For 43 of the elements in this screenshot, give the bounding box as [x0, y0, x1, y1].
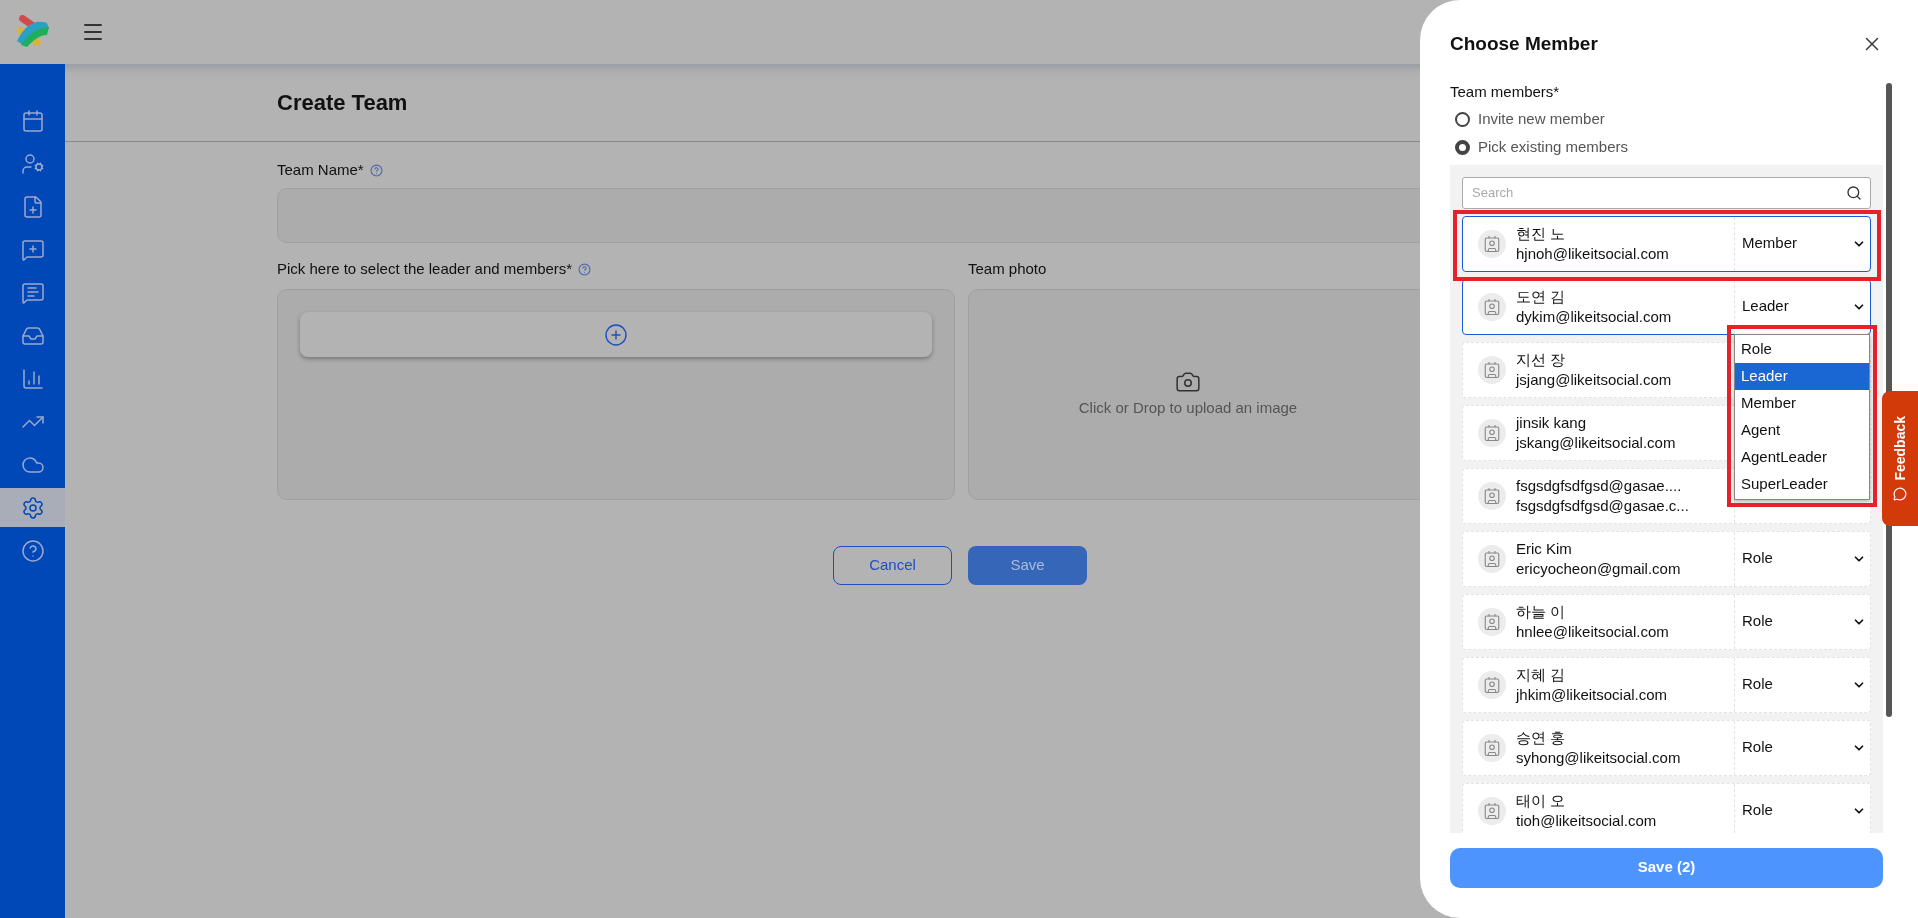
field-label: Pick here to select the leader and members* — [277, 258, 573, 279]
field-label: Team members* — [1450, 82, 1561, 102]
member-name: 현진 노 — [1516, 223, 1567, 244]
member-row[interactable]: 도연 김 dykim@likeitsocial.com Leader — [1462, 278, 1871, 335]
dropdown-option[interactable]: SuperLeader — [1735, 470, 1869, 498]
member-email: jhkim@likeitsocial.com — [1516, 684, 1668, 705]
member-email: hnlee@likeitsocial.com — [1516, 621, 1669, 642]
member-email: tioh@likeitsocial.com — [1516, 810, 1657, 831]
dropdown-option[interactable]: Leader — [1735, 362, 1869, 390]
field-label: Team photo — [968, 258, 1047, 279]
radio-option[interactable]: Pick existing members — [1455, 135, 1883, 160]
member-row[interactable]: 현진 노 hjnoh@likeitsocial.com Member — [1462, 215, 1871, 272]
member-email: ericyocheon@gmail.com — [1516, 558, 1681, 579]
search-field[interactable]: Search — [1462, 176, 1871, 209]
member-name: 지혜 김 — [1516, 664, 1567, 685]
cancel-button[interactable]: Cancel — [833, 546, 952, 585]
role-select[interactable]: Role — [1734, 783, 1870, 833]
role-select[interactable]: Member — [1734, 216, 1870, 271]
role-select[interactable]: Leader — [1734, 279, 1870, 334]
member-row[interactable]: 하늘 이 hnlee@likeitsocial.com Role — [1462, 593, 1871, 650]
page-title: Create Team — [277, 89, 408, 117]
member-row[interactable]: 태이 오 tioh@likeitsocial.com Role — [1462, 782, 1871, 833]
dropdown-option[interactable]: Agent — [1735, 416, 1869, 444]
feedback-tab[interactable]: Feedback — [1882, 391, 1918, 526]
member-row[interactable]: 승연 홍 syhong@likeitsocial.com Role — [1462, 719, 1871, 776]
member-name: 도연 김 — [1516, 286, 1567, 307]
member-email: syhong@likeitsocial.com — [1516, 747, 1681, 768]
role-select[interactable]: Role — [1734, 594, 1870, 649]
member-name: 지선 장 — [1516, 349, 1567, 370]
role-select[interactable]: Role — [1734, 531, 1870, 586]
radio-option[interactable]: Invite new member — [1455, 107, 1883, 132]
member-row[interactable]: 지혜 김 jhkim@likeitsocial.com Role — [1462, 656, 1871, 713]
drawer-title: Choose Member — [1450, 31, 1598, 56]
member-name: 태이 오 — [1516, 790, 1567, 811]
member-email: hjnoh@likeitsocial.com — [1516, 243, 1669, 264]
member-row[interactable]: Eric Kim ericyocheon@gmail.com Role — [1462, 530, 1871, 587]
member-name: Eric Kim — [1516, 538, 1573, 559]
field-label: Team Name* — [277, 159, 364, 180]
member-name: 승연 홍 — [1516, 727, 1567, 748]
member-name: 하늘 이 — [1516, 601, 1567, 622]
role-select[interactable]: Role — [1734, 720, 1870, 775]
upload-hint: Click or Drop to upload an image — [1078, 398, 1298, 419]
role-select[interactable]: Role — [1734, 657, 1870, 712]
